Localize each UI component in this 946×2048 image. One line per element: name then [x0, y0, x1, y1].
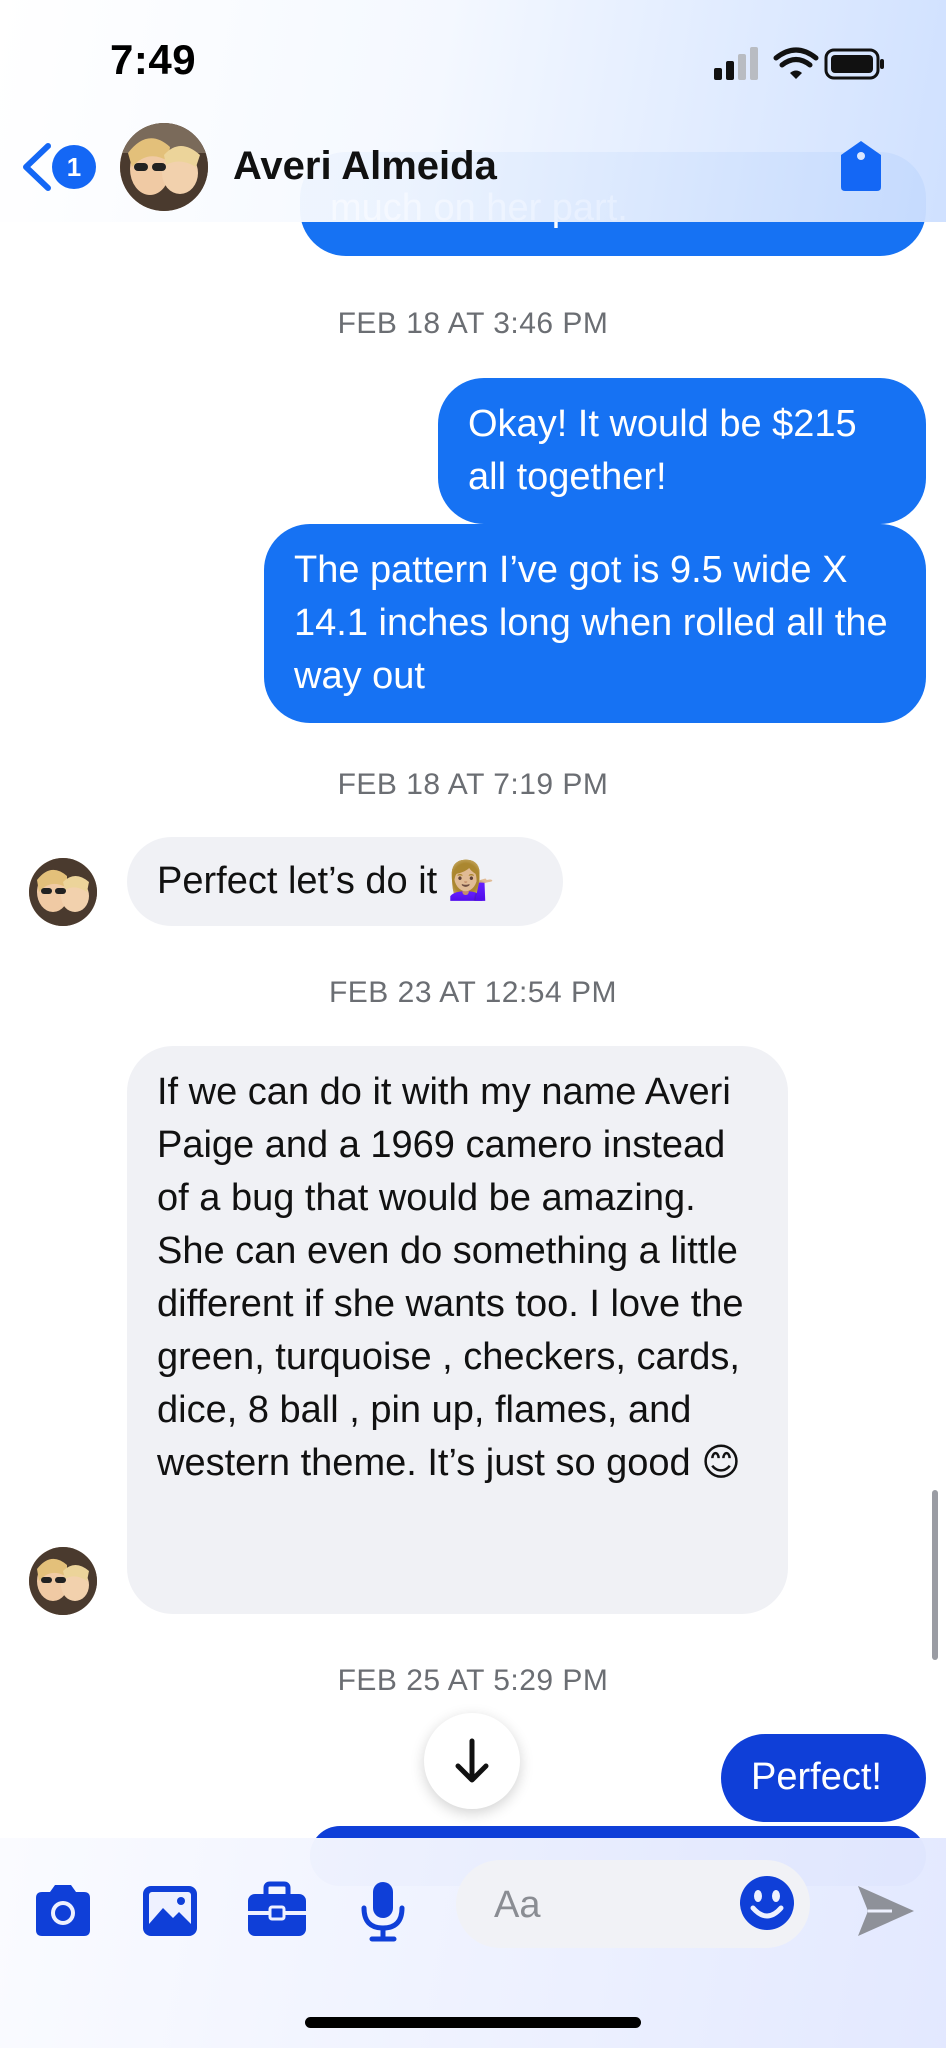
scroll-to-bottom-button[interactable]: [424, 1713, 520, 1809]
scrollbar[interactable]: [932, 1490, 938, 1660]
unread-count-badge: 1: [52, 145, 96, 189]
wifi-icon: [773, 47, 819, 79]
message-bubble-incoming[interactable]: If we can do it with my name Averi Paige…: [127, 1046, 788, 1614]
message-bubble-outgoing[interactable]: The pattern I’ve got is 9.5 wide X 14.1 …: [264, 524, 926, 723]
battery-icon: [824, 48, 884, 80]
tag-button[interactable]: [835, 137, 887, 193]
emoji-button[interactable]: [738, 1874, 796, 1932]
timestamp: FEB 23 AT 12:54 PM: [328, 976, 618, 1009]
camera-icon: [36, 1885, 90, 1936]
avatar-photo: [120, 123, 208, 211]
message-bubble-outgoing[interactable]: Perfect!: [721, 1734, 926, 1822]
message-composer: [456, 1860, 810, 1948]
avatar-photo: [29, 858, 97, 926]
status-bar: 7:49: [0, 0, 946, 120]
photo-button[interactable]: [137, 1878, 203, 1944]
message-input[interactable]: [492, 1874, 716, 1936]
camera-button[interactable]: [30, 1878, 96, 1944]
send-button[interactable]: [852, 1878, 918, 1944]
status-time: 7:49: [110, 36, 197, 83]
microphone-button[interactable]: [350, 1878, 416, 1944]
briefcase-button[interactable]: [244, 1878, 310, 1944]
message-bubble-outgoing[interactable]: Okay! It would be $215 all together!: [438, 378, 926, 524]
signal-icon: [714, 47, 758, 80]
contact-avatar[interactable]: [120, 123, 208, 211]
send-icon: [858, 1886, 914, 1936]
contact-avatar[interactable]: [29, 1547, 97, 1615]
contact-name[interactable]: Averi Almeida: [233, 144, 497, 189]
microphone-icon: [361, 1882, 405, 1942]
message-thread: much on her part. FEB 18 AT 3:46 PM Okay…: [0, 0, 946, 1886]
emoji-icon: [740, 1876, 794, 1930]
contact-avatar[interactable]: [29, 858, 97, 926]
arrow-down-icon: [455, 1738, 489, 1783]
briefcase-icon: [248, 1881, 306, 1936]
timestamp: FEB 25 AT 5:29 PM: [337, 1664, 609, 1697]
home-indicator[interactable]: [305, 2017, 641, 2028]
timestamp: FEB 18 AT 7:19 PM: [337, 768, 609, 801]
message-bubble-incoming[interactable]: Perfect let’s do it 💁🏼‍♀️: [127, 837, 563, 926]
photo-icon: [143, 1886, 197, 1936]
avatar-photo: [29, 1547, 97, 1615]
status-icons: [684, 44, 884, 84]
timestamp: FEB 18 AT 3:46 PM: [337, 307, 609, 340]
tag-icon: [841, 141, 881, 191]
